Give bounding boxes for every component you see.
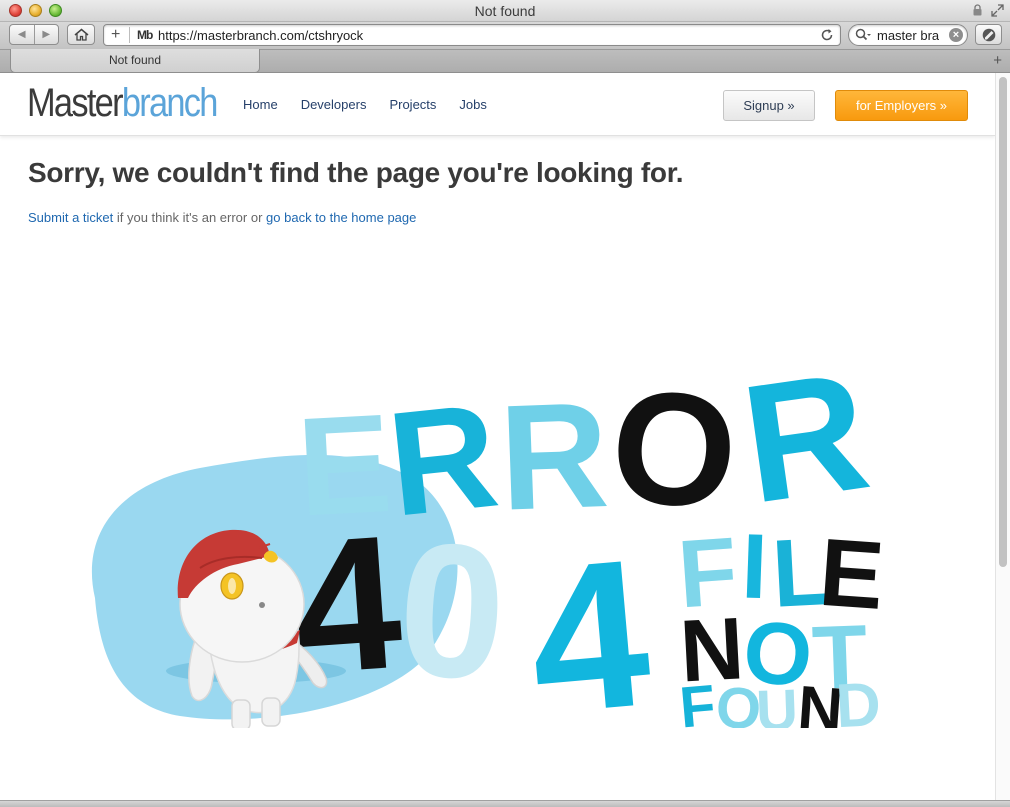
address-divider <box>129 27 130 43</box>
address-bar[interactable]: + Mb https://masterbranch.com/ctshryock <box>103 24 841 46</box>
add-bookmark-icon[interactable]: + <box>111 26 120 44</box>
forward-arrow-icon: ▶ <box>42 29 51 40</box>
home-button[interactable] <box>67 24 95 45</box>
submit-ticket-link[interactable]: Submit a ticket <box>28 210 113 225</box>
site-header: Masterbranch Home Developers Projects Jo… <box>0 73 995 136</box>
window-title: Not found <box>474 3 536 19</box>
logo-text-branch: branch <box>121 81 219 125</box>
logo-text-master: Master <box>27 81 124 125</box>
search-field[interactable]: master branch × <box>848 24 968 46</box>
main-nav: Home Developers Projects Jobs <box>243 97 487 112</box>
signup-button[interactable]: Signup » <box>723 90 815 121</box>
reader-button[interactable] <box>975 24 1002 45</box>
error-letter-5: R <box>732 336 878 539</box>
masterbranch-logo[interactable]: Masterbranch <box>27 81 219 125</box>
code-digit-1: 4 <box>287 496 407 715</box>
web-page: Masterbranch Home Developers Projects Jo… <box>0 73 995 800</box>
reader-icon <box>982 28 995 41</box>
vertical-scrollbar[interactable] <box>995 73 1010 800</box>
error-404-illustration: E R R O R 4 0 4 F I L E N O T F O U N D <box>91 336 887 728</box>
tab-bar: Not found + <box>0 49 1010 73</box>
browser-toolbar: ◀ ▶ + Mb https://masterbranch.com/ctshry… <box>0 22 1010 49</box>
search-input[interactable]: master branch <box>877 28 939 43</box>
page-title: Sorry, we couldn't find the page you're … <box>28 157 684 188</box>
back-button[interactable]: ◀ <box>10 25 35 44</box>
scrollbar-thumb[interactable] <box>999 77 1007 567</box>
back-forward-group: ◀ ▶ <box>9 24 59 45</box>
search-icon <box>855 28 871 41</box>
new-tab-icon[interactable]: + <box>993 52 1002 70</box>
forward-button[interactable]: ▶ <box>35 25 59 44</box>
error-letter-3: R <box>497 370 611 542</box>
back-arrow-icon: ◀ <box>17 29 26 40</box>
tab-not-found[interactable]: Not found <box>10 49 260 73</box>
home-icon <box>74 28 88 41</box>
help-text-middle: if you think it's an error or <box>113 210 267 225</box>
found-letter-3: U <box>755 677 799 728</box>
reload-icon[interactable] <box>820 28 834 42</box>
nav-home[interactable]: Home <box>243 97 278 112</box>
found-letter-5: D <box>834 670 882 728</box>
home-page-link[interactable]: go back to the home page <box>266 210 416 225</box>
window-titlebar: Not found <box>0 0 1010 22</box>
lock-icon <box>973 4 982 16</box>
nav-jobs[interactable]: Jobs <box>459 97 486 112</box>
nav-projects[interactable]: Projects <box>389 97 436 112</box>
nav-developers[interactable]: Developers <box>301 97 367 112</box>
code-digit-2: 0 <box>394 503 511 720</box>
found-letter-1: F <box>677 673 718 728</box>
help-text: Submit a ticket if you think it's an err… <box>28 210 416 225</box>
clear-search-icon[interactable]: × <box>949 28 963 42</box>
url-text[interactable]: https://masterbranch.com/ctshryock <box>158 28 363 43</box>
fullscreen-icon[interactable] <box>991 4 1004 17</box>
site-favicon-icon: Mb <box>137 28 153 42</box>
for-employers-button[interactable]: for Employers » <box>835 90 968 121</box>
window-bottom-edge <box>0 800 1010 807</box>
code-digit-3: 4 <box>521 514 658 728</box>
